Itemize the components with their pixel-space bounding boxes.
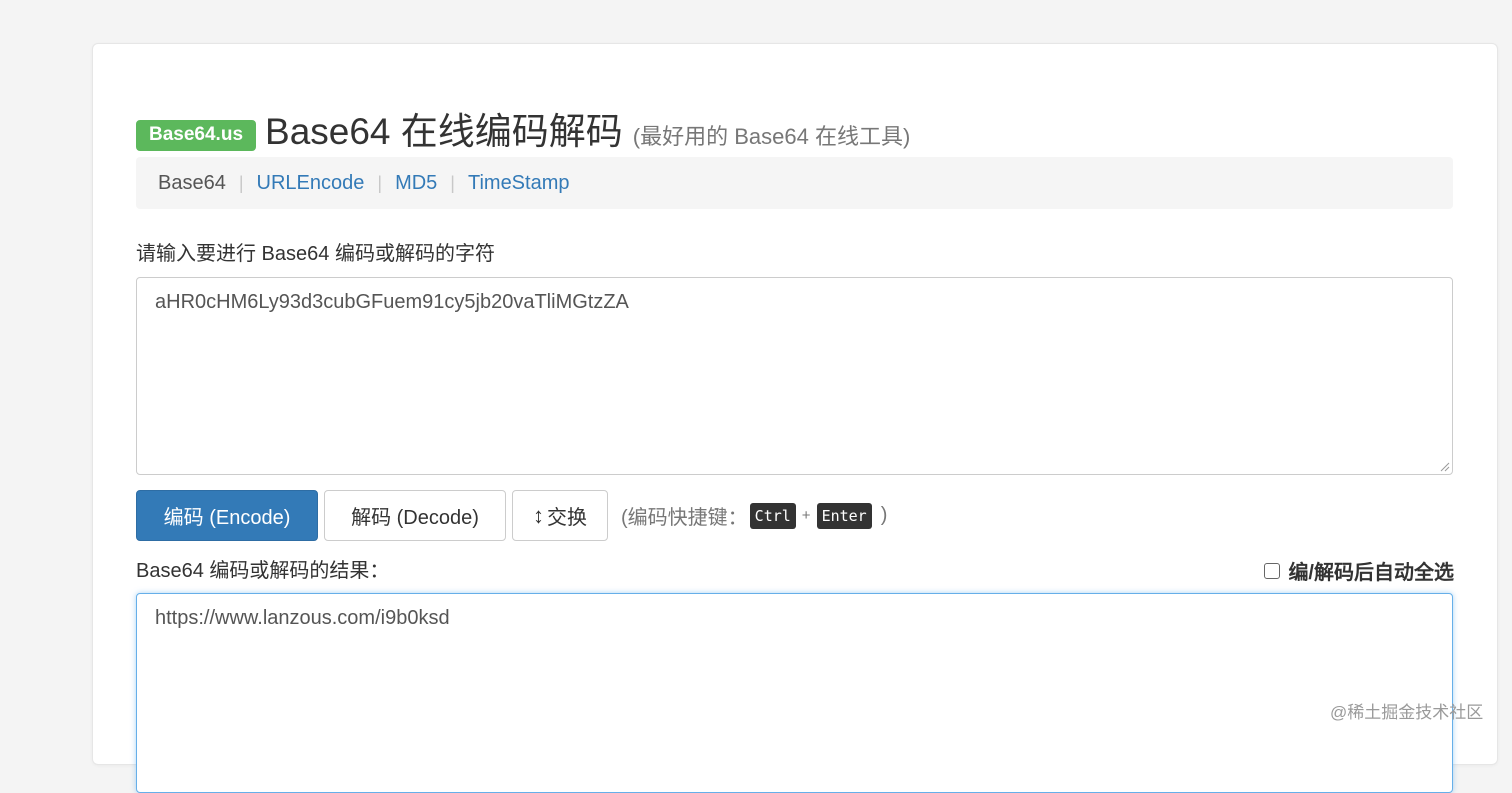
swap-button[interactable]: ↕ 交换 — [512, 490, 608, 541]
autoselect-label: 编/解码后自动全选 — [1288, 562, 1454, 584]
encode-button[interactable]: 编码 (Encode) — [136, 490, 318, 541]
decode-button[interactable]: 解码 (Decode) — [324, 490, 506, 541]
plus-sign: + — [801, 507, 811, 524]
tool-nav: Base64 | URLEncode | MD5 | TimeStamp — [136, 157, 1453, 209]
nav-separator: | — [377, 172, 383, 193]
autoselect-toggle[interactable]: 编/解码后自动全选 — [1264, 556, 1454, 585]
shortcut-prefix: (编码快捷键： — [621, 507, 748, 529]
result-label: Base64 编码或解码的结果： — [136, 560, 390, 582]
resize-grip-icon[interactable] — [1439, 461, 1450, 472]
page-header: Base64.us Base64 在线编码解码 (最好用的 Base64 在线工… — [136, 101, 910, 155]
watermark: @稀土掘金技术社区 — [1330, 703, 1484, 722]
swap-vertical-icon: ↕ — [533, 502, 544, 528]
shortcut-hint: (编码快捷键： Ctrl + Enter ) — [621, 501, 887, 530]
nav-separator: | — [450, 172, 455, 193]
nav-separator: | — [238, 172, 244, 193]
output-textarea[interactable]: https://www.lanzous.com/i9b0ksd — [136, 593, 1453, 793]
swap-label: 交换 — [547, 507, 587, 529]
input-text: aHR0cHM6Ly93d3cubGFuem91cy5jb20vaTliMGtz… — [155, 291, 629, 313]
nav-link-urlencode[interactable]: URLEncode — [257, 172, 365, 195]
main-panel: Base64.us Base64 在线编码解码 (最好用的 Base64 在线工… — [92, 43, 1498, 793]
enter-key: Enter — [816, 502, 872, 529]
ctrl-key: Ctrl — [749, 502, 796, 529]
page-title: Base64 在线编码解码 — [265, 111, 623, 152]
brand-badge[interactable]: Base64.us — [136, 120, 257, 151]
shortcut-suffix: ) — [880, 504, 888, 526]
page-subtitle: (最好用的 Base64 在线工具) — [632, 124, 911, 149]
nav-link-timestamp[interactable]: TimeStamp — [468, 172, 570, 195]
nav-item-base64: Base64 — [158, 171, 226, 194]
output-text: https://www.lanzous.com/i9b0ksd — [155, 607, 450, 629]
nav-link-md5[interactable]: MD5 — [395, 172, 437, 195]
autoselect-checkbox[interactable] — [1264, 562, 1281, 579]
input-label: 请输入要进行 Base64 编码或解码的字符 — [136, 243, 495, 265]
input-textarea[interactable]: aHR0cHM6Ly93d3cubGFuem91cy5jb20vaTliMGtz… — [136, 277, 1453, 475]
